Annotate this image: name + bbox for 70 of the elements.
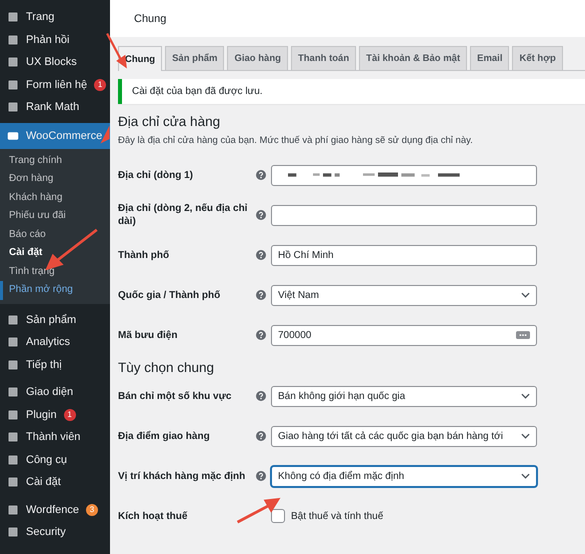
field-label: Địa chỉ (dòng 1) [118, 168, 194, 182]
chevron-down-icon [521, 473, 530, 479]
section-description: Đây là địa chỉ cửa hàng của bạn. Mức thuế và phí giao hàng sẽ sử dụng địa chỉ này. [118, 135, 474, 146]
settings-tab[interactable]: Kết hợp [512, 46, 563, 70]
sidebar-item[interactable]: UX Blocks [0, 51, 110, 74]
help-icon[interactable] [256, 290, 266, 300]
sidebar-item[interactable]: Plugin 1 [0, 404, 110, 426]
submenu-item[interactable]: Đơn hàng [0, 170, 110, 188]
help-icon[interactable] [256, 210, 266, 220]
text-input[interactable]: 700000 [271, 324, 537, 346]
settings-tab[interactable]: Thanh toán [290, 46, 356, 70]
text-input[interactable]: Hồ Chí Minh [271, 244, 537, 266]
sidebar-item[interactable]: Công cụ [0, 448, 110, 471]
submenu-item[interactable]: Trang chính [0, 152, 110, 170]
count-badge: 1 [64, 408, 76, 421]
help-icon[interactable] [256, 391, 266, 401]
submenu-item[interactable]: Cài đặt [0, 244, 110, 262]
field-label: Mã bưu điện [118, 328, 178, 342]
settings-tab[interactable]: Sản phẩm [165, 46, 224, 70]
help-icon[interactable] [256, 330, 266, 340]
text-input[interactable] [271, 204, 537, 226]
submenu-item[interactable]: Báo cáo [0, 226, 110, 244]
sidebar-item[interactable]: Wordfence 3 [0, 498, 110, 521]
field-label: Kích hoạt thuế [118, 510, 188, 522]
sidebar-item[interactable]: Giao diện [0, 381, 110, 404]
autofill-icon[interactable] [516, 330, 530, 340]
select-dropdown[interactable]: Không có địa điểm mặc định [271, 466, 537, 486]
sidebar-item[interactable]: WooCommerce [0, 122, 110, 148]
sidebar-item[interactable]: Security [0, 521, 110, 544]
submenu-item[interactable]: Phiếu ưu đãi [0, 207, 110, 226]
sidebar-item[interactable]: Rank Math [0, 96, 110, 118]
chevron-down-icon [521, 292, 530, 298]
select-dropdown[interactable]: Bán không giới hạn quốc gia [271, 386, 537, 406]
notice-text: Cài đặt của bạn đã được lưu. [132, 86, 263, 97]
field-label: Địa chỉ (dòng 2, nếu địa chỉ dài) [118, 202, 248, 228]
help-icon[interactable] [256, 471, 266, 481]
sidebar-item[interactable]: Tiếp thị [0, 354, 110, 376]
settings-tab[interactable]: Chung [118, 46, 162, 71]
settings-tab[interactable]: Giao hàng [227, 46, 288, 70]
field-label: Quốc gia / Thành phố [118, 288, 222, 302]
field-label: Địa điểm giao hàng [118, 430, 211, 442]
submenu-item[interactable]: Khách hàng [0, 188, 110, 207]
settings-tab[interactable]: Email [470, 46, 510, 70]
chevron-down-icon [521, 433, 530, 439]
field-label: Vị trí khách hàng mặc định [118, 470, 246, 482]
sidebar-item[interactable]: Form liên hệ 1 [0, 74, 110, 96]
sidebar-item[interactable]: Analytics [0, 331, 110, 354]
sidebar-item[interactable]: Cài đặt [0, 471, 110, 494]
help-icon[interactable] [256, 431, 266, 441]
checkbox-label: Bật thuế và tính thuế [291, 510, 384, 522]
submenu-item[interactable]: Tình trạng [0, 262, 110, 281]
chevron-down-icon [521, 393, 530, 399]
page-title: Chung [134, 12, 166, 24]
section-title: Tùy chọn chung [118, 360, 216, 375]
sidebar-item[interactable]: Sản phẩm [0, 308, 110, 331]
sidebar-item[interactable]: Trang [0, 6, 110, 28]
count-badge: 1 [94, 78, 106, 91]
help-icon[interactable] [256, 170, 266, 180]
settings-tab[interactable]: Tài khoản & Bảo mật [359, 46, 468, 70]
checkbox[interactable] [271, 509, 285, 523]
sidebar-item[interactable]: Thành viên [0, 426, 110, 448]
field-label: Thành phố [118, 248, 170, 262]
section-title: Địa chỉ cửa hàng [118, 114, 222, 129]
sidebar-item[interactable]: Phản hồi [0, 28, 110, 51]
select-dropdown[interactable]: Việt Nam [271, 284, 537, 306]
help-icon[interactable] [256, 250, 266, 260]
field-label: Bán chỉ một số khu vực [118, 390, 232, 402]
text-input[interactable] [271, 164, 537, 186]
select-dropdown[interactable]: Giao hàng tới tất cả các quốc gia bạn bán hàng tới [271, 426, 537, 446]
count-badge: 3 [86, 504, 98, 516]
